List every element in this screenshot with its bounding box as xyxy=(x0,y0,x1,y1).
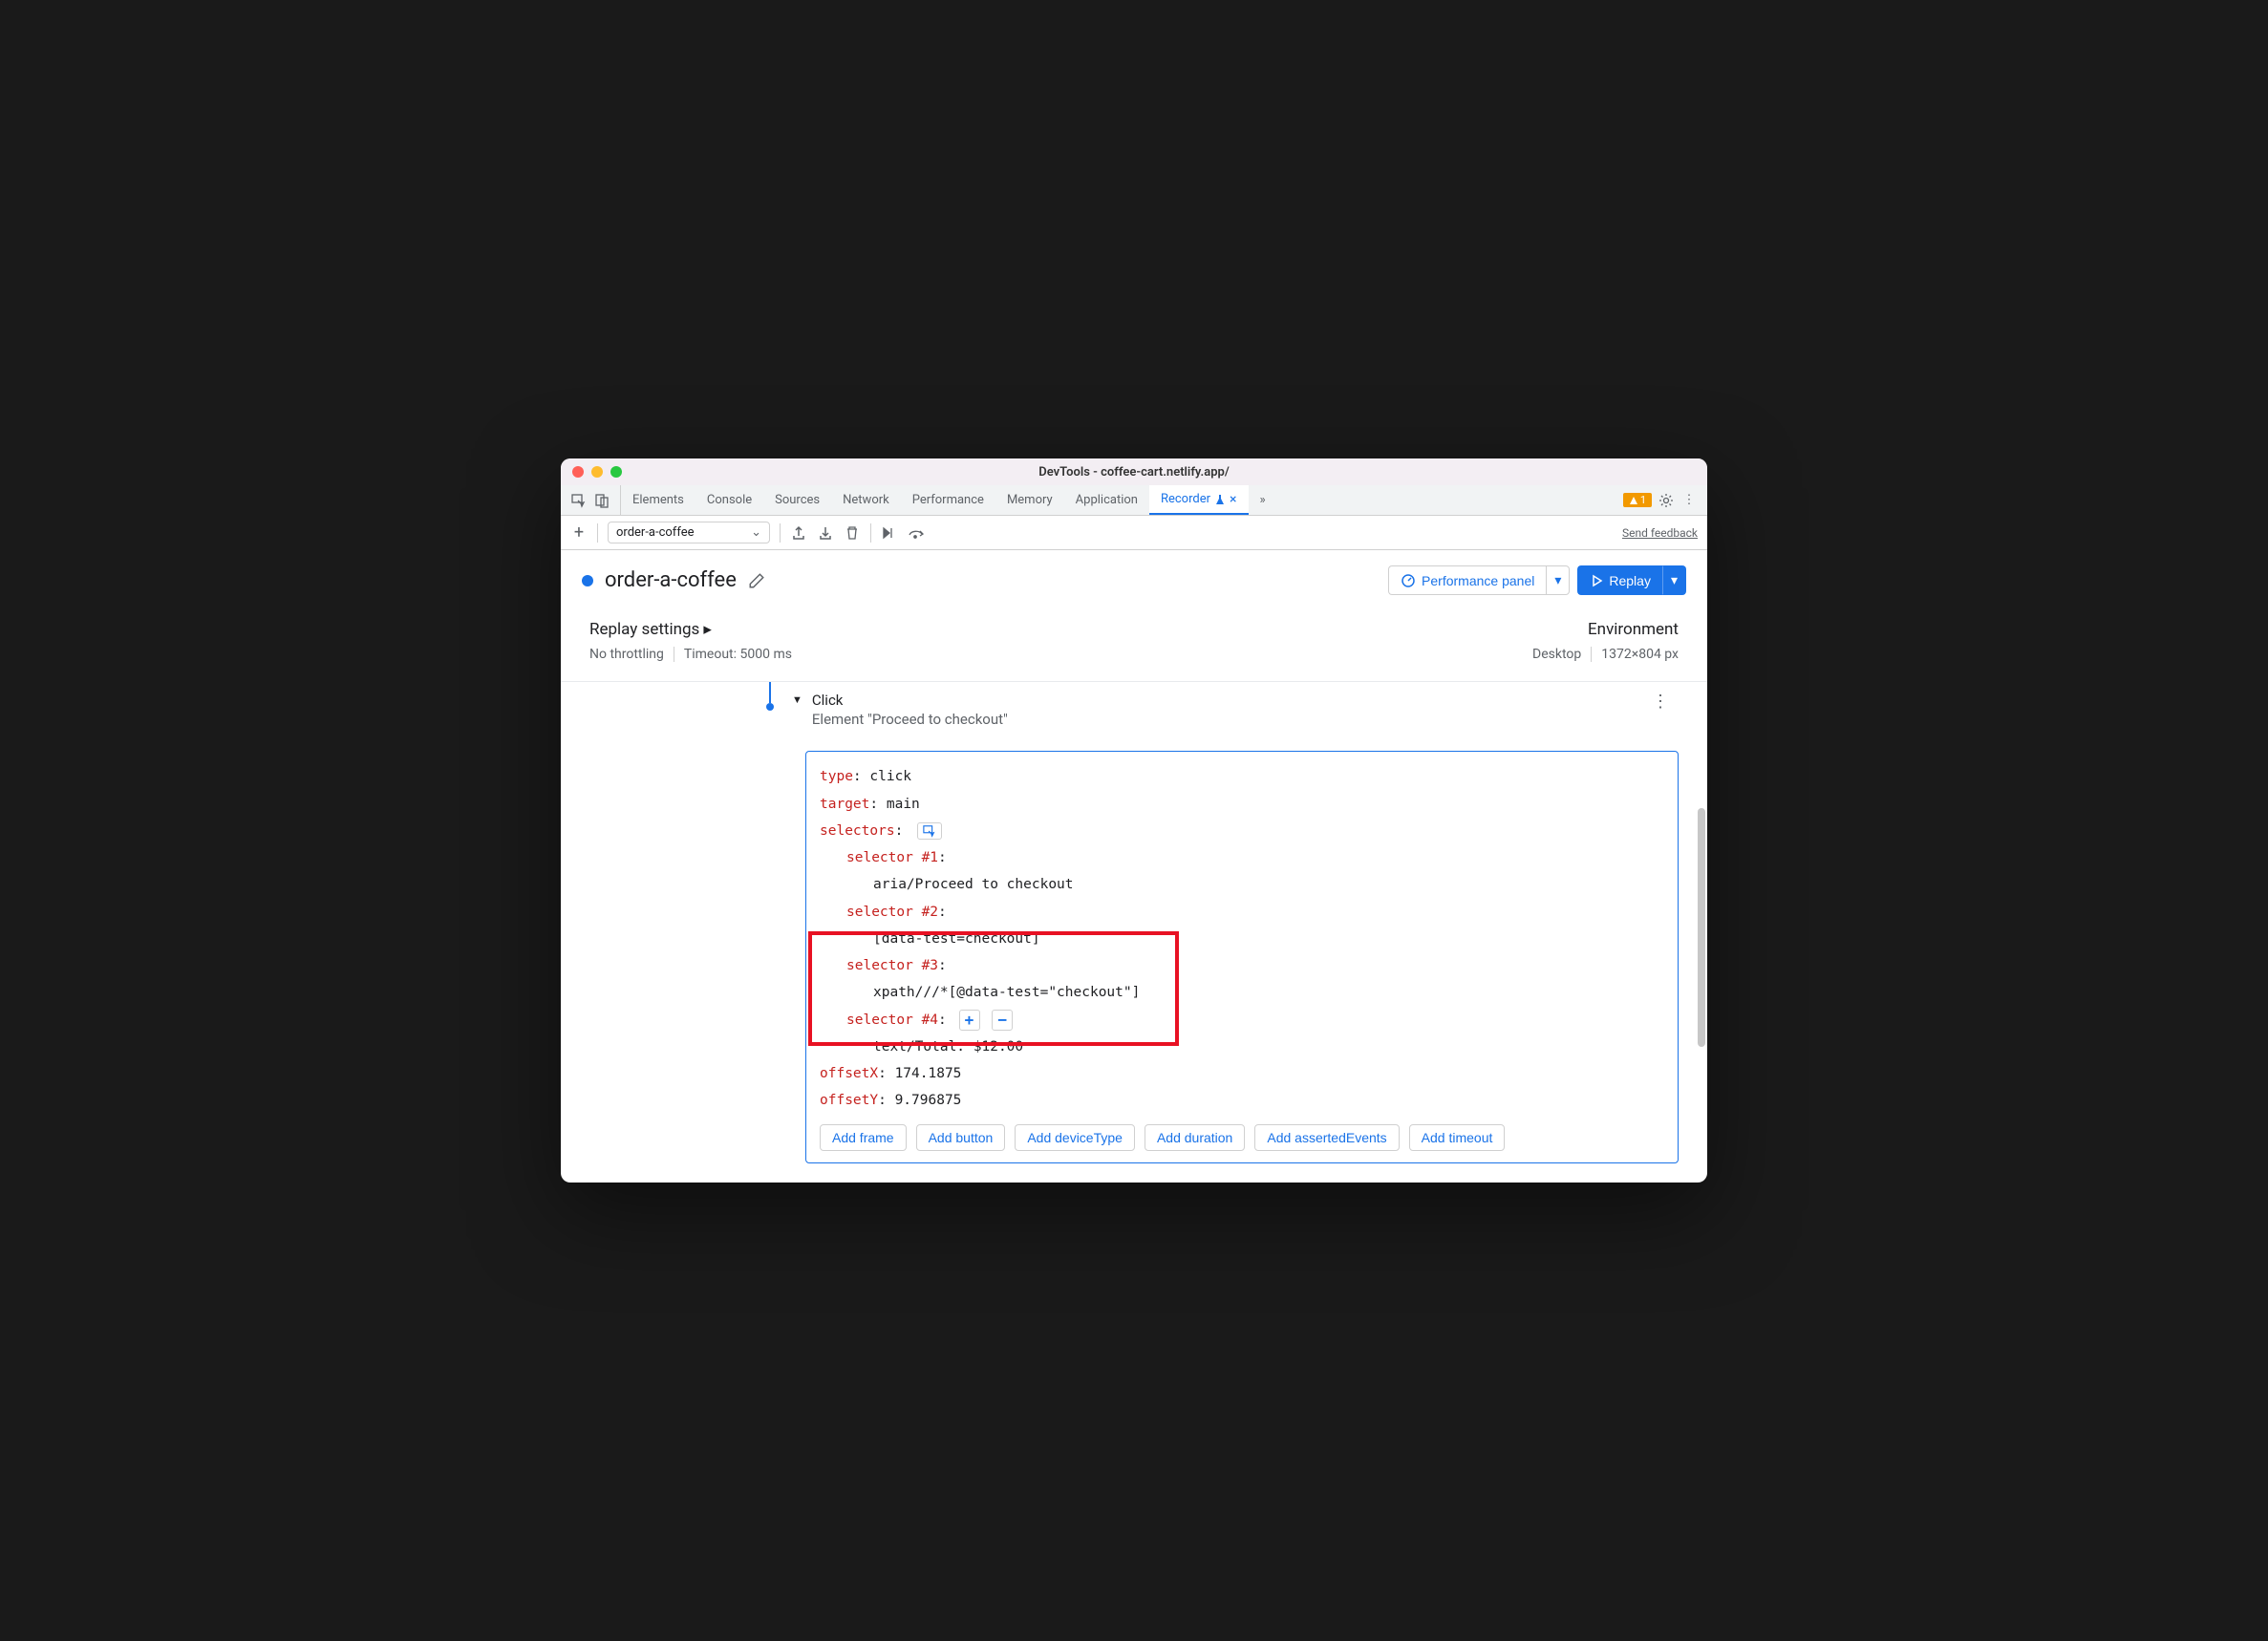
device-value: Desktop xyxy=(1532,647,1581,662)
add-button-button[interactable]: Add button xyxy=(916,1124,1006,1151)
add-duration-button[interactable]: Add duration xyxy=(1145,1124,1245,1151)
sel3-key: selector #3 xyxy=(846,958,938,973)
recording-header: order-a-coffee Performance panel ▾ Repla… xyxy=(561,550,1707,610)
devtools-window: DevTools - coffee-cart.netlify.app/ Elem… xyxy=(561,458,1707,1182)
timeline: ▼ Click Element "Proceed to checkout" ⋮ xyxy=(561,682,1707,737)
close-tab-icon[interactable]: × xyxy=(1230,492,1236,507)
titlebar: DevTools - coffee-cart.netlify.app/ xyxy=(561,458,1707,485)
tab-console[interactable]: Console xyxy=(695,485,763,515)
step-play-icon[interactable] xyxy=(881,524,898,542)
sel2-val[interactable]: [data-test=checkout] xyxy=(820,926,1664,952)
recording-status-dot xyxy=(582,575,593,586)
traffic-lights xyxy=(572,466,622,478)
offsetx-val[interactable]: 174.1875 xyxy=(895,1066,962,1081)
tab-recorder[interactable]: Recorder × xyxy=(1149,485,1249,515)
device-toggle-icon[interactable] xyxy=(593,492,610,509)
play-icon xyxy=(1590,574,1603,587)
sel1-val[interactable]: aria/Proceed to checkout xyxy=(820,871,1664,898)
close-window-button[interactable] xyxy=(572,466,584,478)
performance-panel-button[interactable]: Performance panel xyxy=(1388,565,1546,595)
sel4-val[interactable]: text/Total: $12.00 xyxy=(820,1034,1664,1060)
warnings-badge[interactable]: 1 xyxy=(1623,493,1652,507)
settings-gear-icon[interactable] xyxy=(1658,492,1675,509)
performance-panel-split: Performance panel ▾ xyxy=(1388,565,1570,595)
step-collapse-toggle[interactable]: ▼ xyxy=(792,692,802,706)
remove-selector-button[interactable]: − xyxy=(992,1010,1013,1031)
step-subtitle: Element "Proceed to checkout" xyxy=(812,711,1008,728)
step-details-panel: type: click target: main selectors: sele… xyxy=(805,751,1679,1162)
import-icon[interactable] xyxy=(817,524,834,542)
step-title: Click xyxy=(812,692,1008,709)
performance-panel-caret[interactable]: ▾ xyxy=(1546,565,1570,595)
prop-target-key: target xyxy=(820,797,869,812)
export-icon[interactable] xyxy=(790,524,807,542)
kebab-menu-icon[interactable]: ⋮ xyxy=(1680,492,1698,509)
step-kebab-menu[interactable]: ⋮ xyxy=(1652,692,1679,712)
send-feedback-link[interactable]: Send feedback xyxy=(1622,526,1698,540)
settings-row: Replay settings ▸ No throttling Timeout:… xyxy=(561,610,1707,682)
timeline-rail xyxy=(769,682,771,703)
tabs-bar: Elements Console Sources Network Perform… xyxy=(561,485,1707,516)
recorder-toolbar: + order-a-coffee Send feedback xyxy=(561,516,1707,550)
element-picker-icon xyxy=(923,824,936,838)
environment-title: Environment xyxy=(1588,620,1679,639)
sel2-key: selector #2 xyxy=(846,905,938,920)
prop-type-key: type xyxy=(820,769,853,784)
prop-type-val[interactable]: click xyxy=(869,769,911,784)
step-over-icon[interactable] xyxy=(908,524,925,542)
offsety-key: offsetY xyxy=(820,1093,878,1108)
timeout-value: Timeout: 5000 ms xyxy=(674,647,792,662)
sel1-key: selector #1 xyxy=(846,850,938,865)
dimensions-value: 1372×804 px xyxy=(1591,647,1679,662)
replay-split: Replay ▾ xyxy=(1577,565,1686,595)
add-timeout-button[interactable]: Add timeout xyxy=(1409,1124,1506,1151)
element-picker-button[interactable] xyxy=(917,822,942,840)
window-title: DevTools - coffee-cart.netlify.app/ xyxy=(561,465,1707,480)
tabs-list: Elements Console Sources Network Perform… xyxy=(621,485,1614,515)
tab-memory[interactable]: Memory xyxy=(995,485,1064,515)
replay-settings-toggle[interactable]: Replay settings ▸ xyxy=(589,620,792,639)
recording-title: order-a-coffee xyxy=(605,568,737,592)
offsety-val[interactable]: 9.796875 xyxy=(895,1093,962,1108)
maximize-window-button[interactable] xyxy=(610,466,622,478)
add-assertedevents-button[interactable]: Add assertedEvents xyxy=(1254,1124,1399,1151)
sel3-val[interactable]: xpath///*[@data-test="checkout"] xyxy=(820,979,1664,1006)
inspect-icon[interactable] xyxy=(570,492,588,509)
tab-application[interactable]: Application xyxy=(1064,485,1149,515)
sel4-key: selector #4 xyxy=(846,1012,938,1028)
add-recording-icon[interactable]: + xyxy=(570,524,588,542)
add-property-row: Add frame Add button Add deviceType Add … xyxy=(820,1124,1664,1151)
add-selector-button[interactable]: + xyxy=(959,1010,980,1031)
tab-performance[interactable]: Performance xyxy=(901,485,995,515)
scrollbar-thumb[interactable] xyxy=(1698,808,1705,1047)
edit-title-icon[interactable] xyxy=(748,572,765,589)
throttling-value: No throttling xyxy=(589,647,664,662)
replay-button[interactable]: Replay xyxy=(1577,565,1662,595)
gauge-icon xyxy=(1401,573,1416,588)
replay-caret[interactable]: ▾ xyxy=(1662,565,1686,595)
warning-icon xyxy=(1629,496,1638,505)
add-devicetype-button[interactable]: Add deviceType xyxy=(1015,1124,1135,1151)
offsetx-key: offsetX xyxy=(820,1066,878,1081)
tab-elements[interactable]: Elements xyxy=(621,485,695,515)
prop-target-val[interactable]: main xyxy=(887,797,920,812)
tab-sources[interactable]: Sources xyxy=(763,485,831,515)
minimize-window-button[interactable] xyxy=(591,466,603,478)
delete-icon[interactable] xyxy=(844,524,861,542)
tab-network[interactable]: Network xyxy=(831,485,901,515)
recording-select[interactable]: order-a-coffee xyxy=(608,522,770,543)
prop-selectors-key: selectors xyxy=(820,823,895,839)
flask-icon xyxy=(1214,494,1226,505)
chevron-right-icon: ▸ xyxy=(703,620,712,639)
add-frame-button[interactable]: Add frame xyxy=(820,1124,907,1151)
tabs-overflow[interactable]: » xyxy=(1249,485,1277,515)
